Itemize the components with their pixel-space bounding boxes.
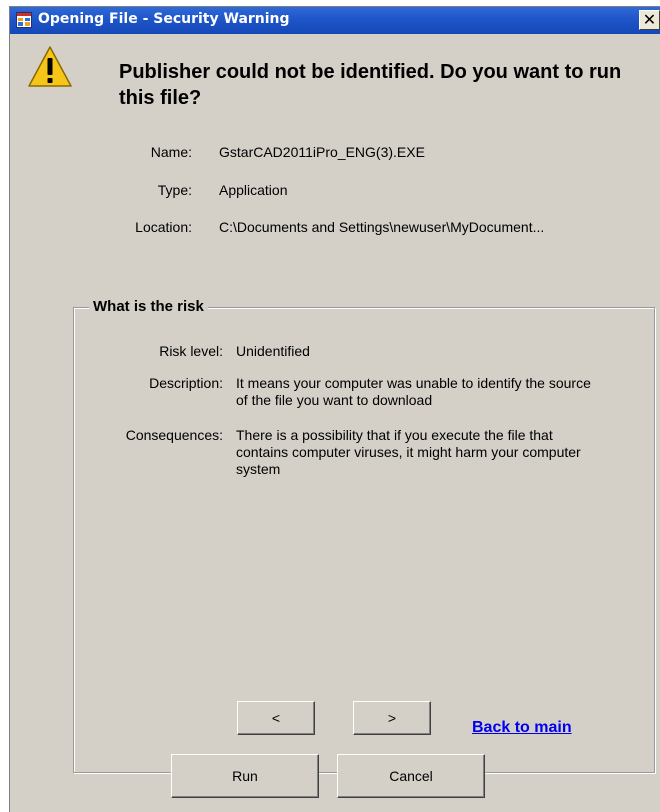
cancel-label: Cancel	[389, 768, 433, 784]
risk-level-value: Unidentified	[236, 343, 310, 359]
security-warning-dialog: Opening File - Security Warning ✕ Publis…	[9, 6, 660, 812]
consequences-value: There is a possibility that if you execu…	[236, 427, 581, 477]
warning-triangle-icon	[28, 45, 72, 89]
close-icon: ✕	[642, 10, 657, 29]
file-type-value: Application	[219, 182, 288, 198]
risk-level-label: Risk level:	[159, 343, 223, 359]
name-label: Name:	[150, 144, 192, 160]
previous-button[interactable]: <	[237, 701, 315, 735]
file-location-value: C:\Documents and Settings\newuser\MyDocu…	[219, 219, 545, 235]
cancel-button[interactable]: Cancel	[337, 754, 485, 798]
consequences-label: Consequences:	[125, 427, 223, 443]
close-button[interactable]: ✕	[639, 10, 660, 30]
file-name-value: GstarCAD2011iPro_ENG(3).EXE	[219, 144, 425, 160]
app-window-icon	[16, 12, 32, 28]
description-value: It means your computer was unable to ide…	[236, 375, 591, 408]
title-bar[interactable]: Opening File - Security Warning ✕	[10, 7, 660, 34]
next-button[interactable]: >	[353, 701, 431, 735]
run-label: Run	[232, 768, 258, 784]
back-to-main-link[interactable]: Back to main	[472, 719, 572, 737]
warning-heading: Publisher could not be identified. Do yo…	[119, 61, 622, 109]
window-title: Opening File - Security Warning	[38, 11, 290, 27]
previous-label: <	[271, 710, 281, 726]
type-label: Type:	[157, 182, 192, 198]
location-label: Location:	[135, 219, 192, 235]
next-label: >	[387, 710, 397, 726]
risk-group-title: What is the risk	[89, 298, 208, 315]
description-label: Description:	[149, 375, 223, 391]
run-button[interactable]: Run	[171, 754, 319, 798]
